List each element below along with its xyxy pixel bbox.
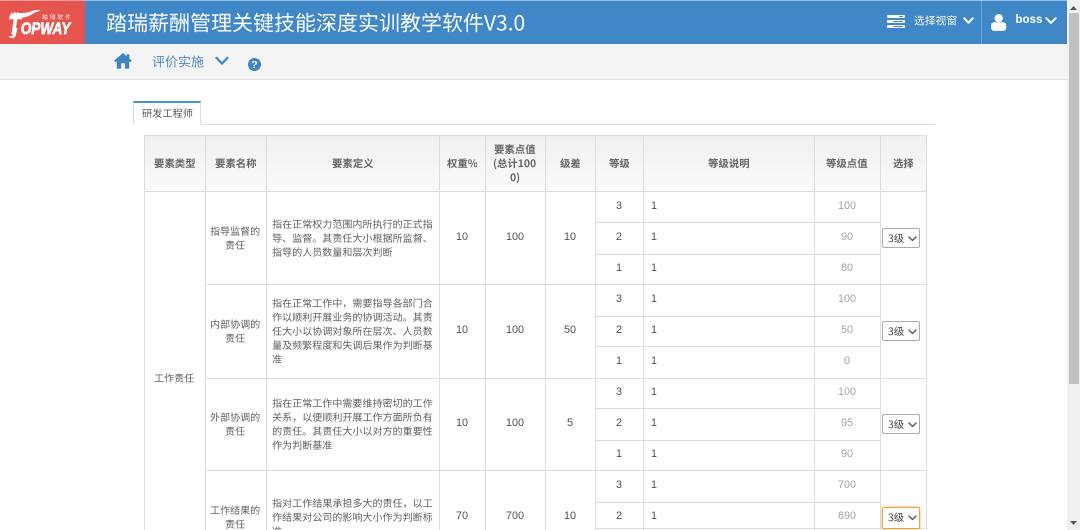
svg-text:?: ?	[251, 59, 257, 71]
